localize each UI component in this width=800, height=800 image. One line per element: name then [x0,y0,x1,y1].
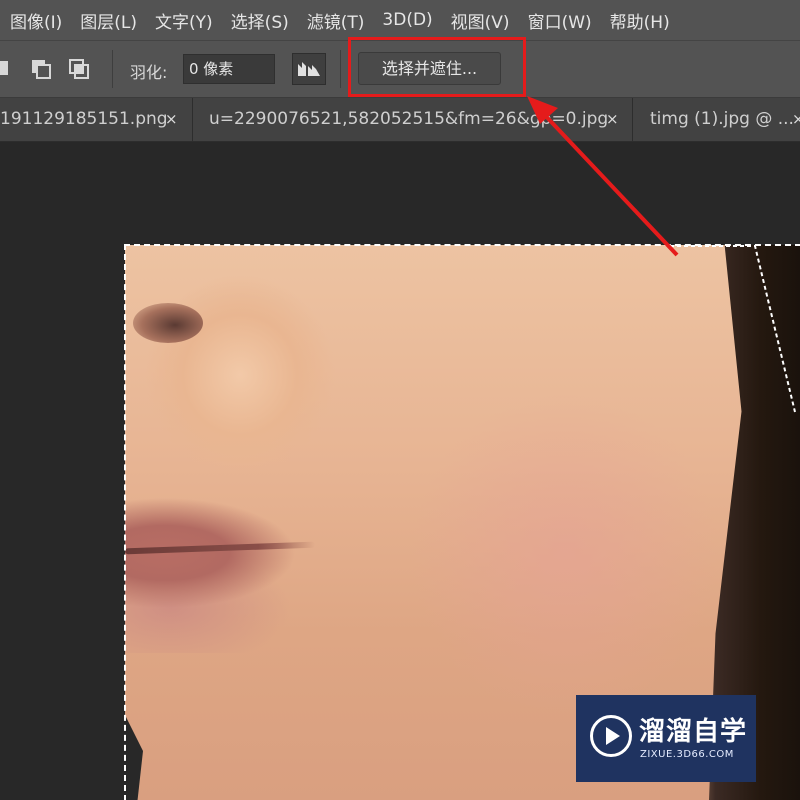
watermark-title: 溜溜自学 [639,717,748,747]
watermark-badge: 溜溜自学 ZIXUE.3D66.COM [576,695,756,782]
menu-image[interactable]: 图像(I) [0,8,71,33]
menu-bar: 图像(I) 图层(L) 文字(Y) 选择(S) 滤镜(T) 3D(D) 视图(V… [0,0,800,40]
anti-alias-button[interactable] [292,53,326,85]
watermark-subtitle: ZIXUE.3D66.COM [640,749,734,760]
menu-3d[interactable]: 3D(D) [373,10,441,30]
play-logo-icon [590,715,632,757]
menu-view[interactable]: 视图(V) [442,8,519,33]
feather-label: 羽化: [130,63,168,82]
select-and-mask-button[interactable]: 选择并遮住... [358,52,501,85]
selection-add-icon[interactable] [0,58,14,80]
toolbar-divider [340,50,341,88]
neck-shadow [125,715,143,800]
lips-shading [125,493,325,653]
document-tabs: 191129185151.png × u=2290076521,58205251… [0,98,800,142]
tab-label: timg (1).jpg @ ... [650,109,794,129]
menu-select[interactable]: 选择(S) [222,8,298,33]
anti-alias-icon [298,62,320,76]
close-icon[interactable]: × [792,98,800,141]
feather-input[interactable]: 0 像素 [183,54,275,84]
menu-layer[interactable]: 图层(L) [71,8,146,33]
tab-document-3[interactable]: timg (1).jpg @ ... [633,98,800,141]
tab-document-2[interactable]: u=2290076521,582052515&fm=26&gp=0.jpg [193,98,633,141]
options-bar: 羽化: 0 像素 选择并遮住... [0,40,800,98]
menu-type[interactable]: 文字(Y) [146,8,222,33]
close-icon[interactable]: × [165,98,178,141]
document-canvas[interactable]: 溜溜自学 ZIXUE.3D66.COM [0,142,800,800]
menu-help[interactable]: 帮助(H) [601,8,679,33]
toolbar-divider [112,50,113,88]
close-icon[interactable]: × [606,98,619,141]
nose-shading [133,303,203,343]
tab-label: u=2290076521,582052515&fm=26&gp=0.jpg [209,109,609,129]
selection-subtract-icon[interactable] [30,58,52,80]
menu-window[interactable]: 窗口(W) [519,8,601,33]
tab-label: 191129185151.png [0,109,168,129]
play-icon [606,727,620,745]
selection-intersect-icon[interactable] [68,58,90,80]
menu-filter[interactable]: 滤镜(T) [298,8,374,33]
